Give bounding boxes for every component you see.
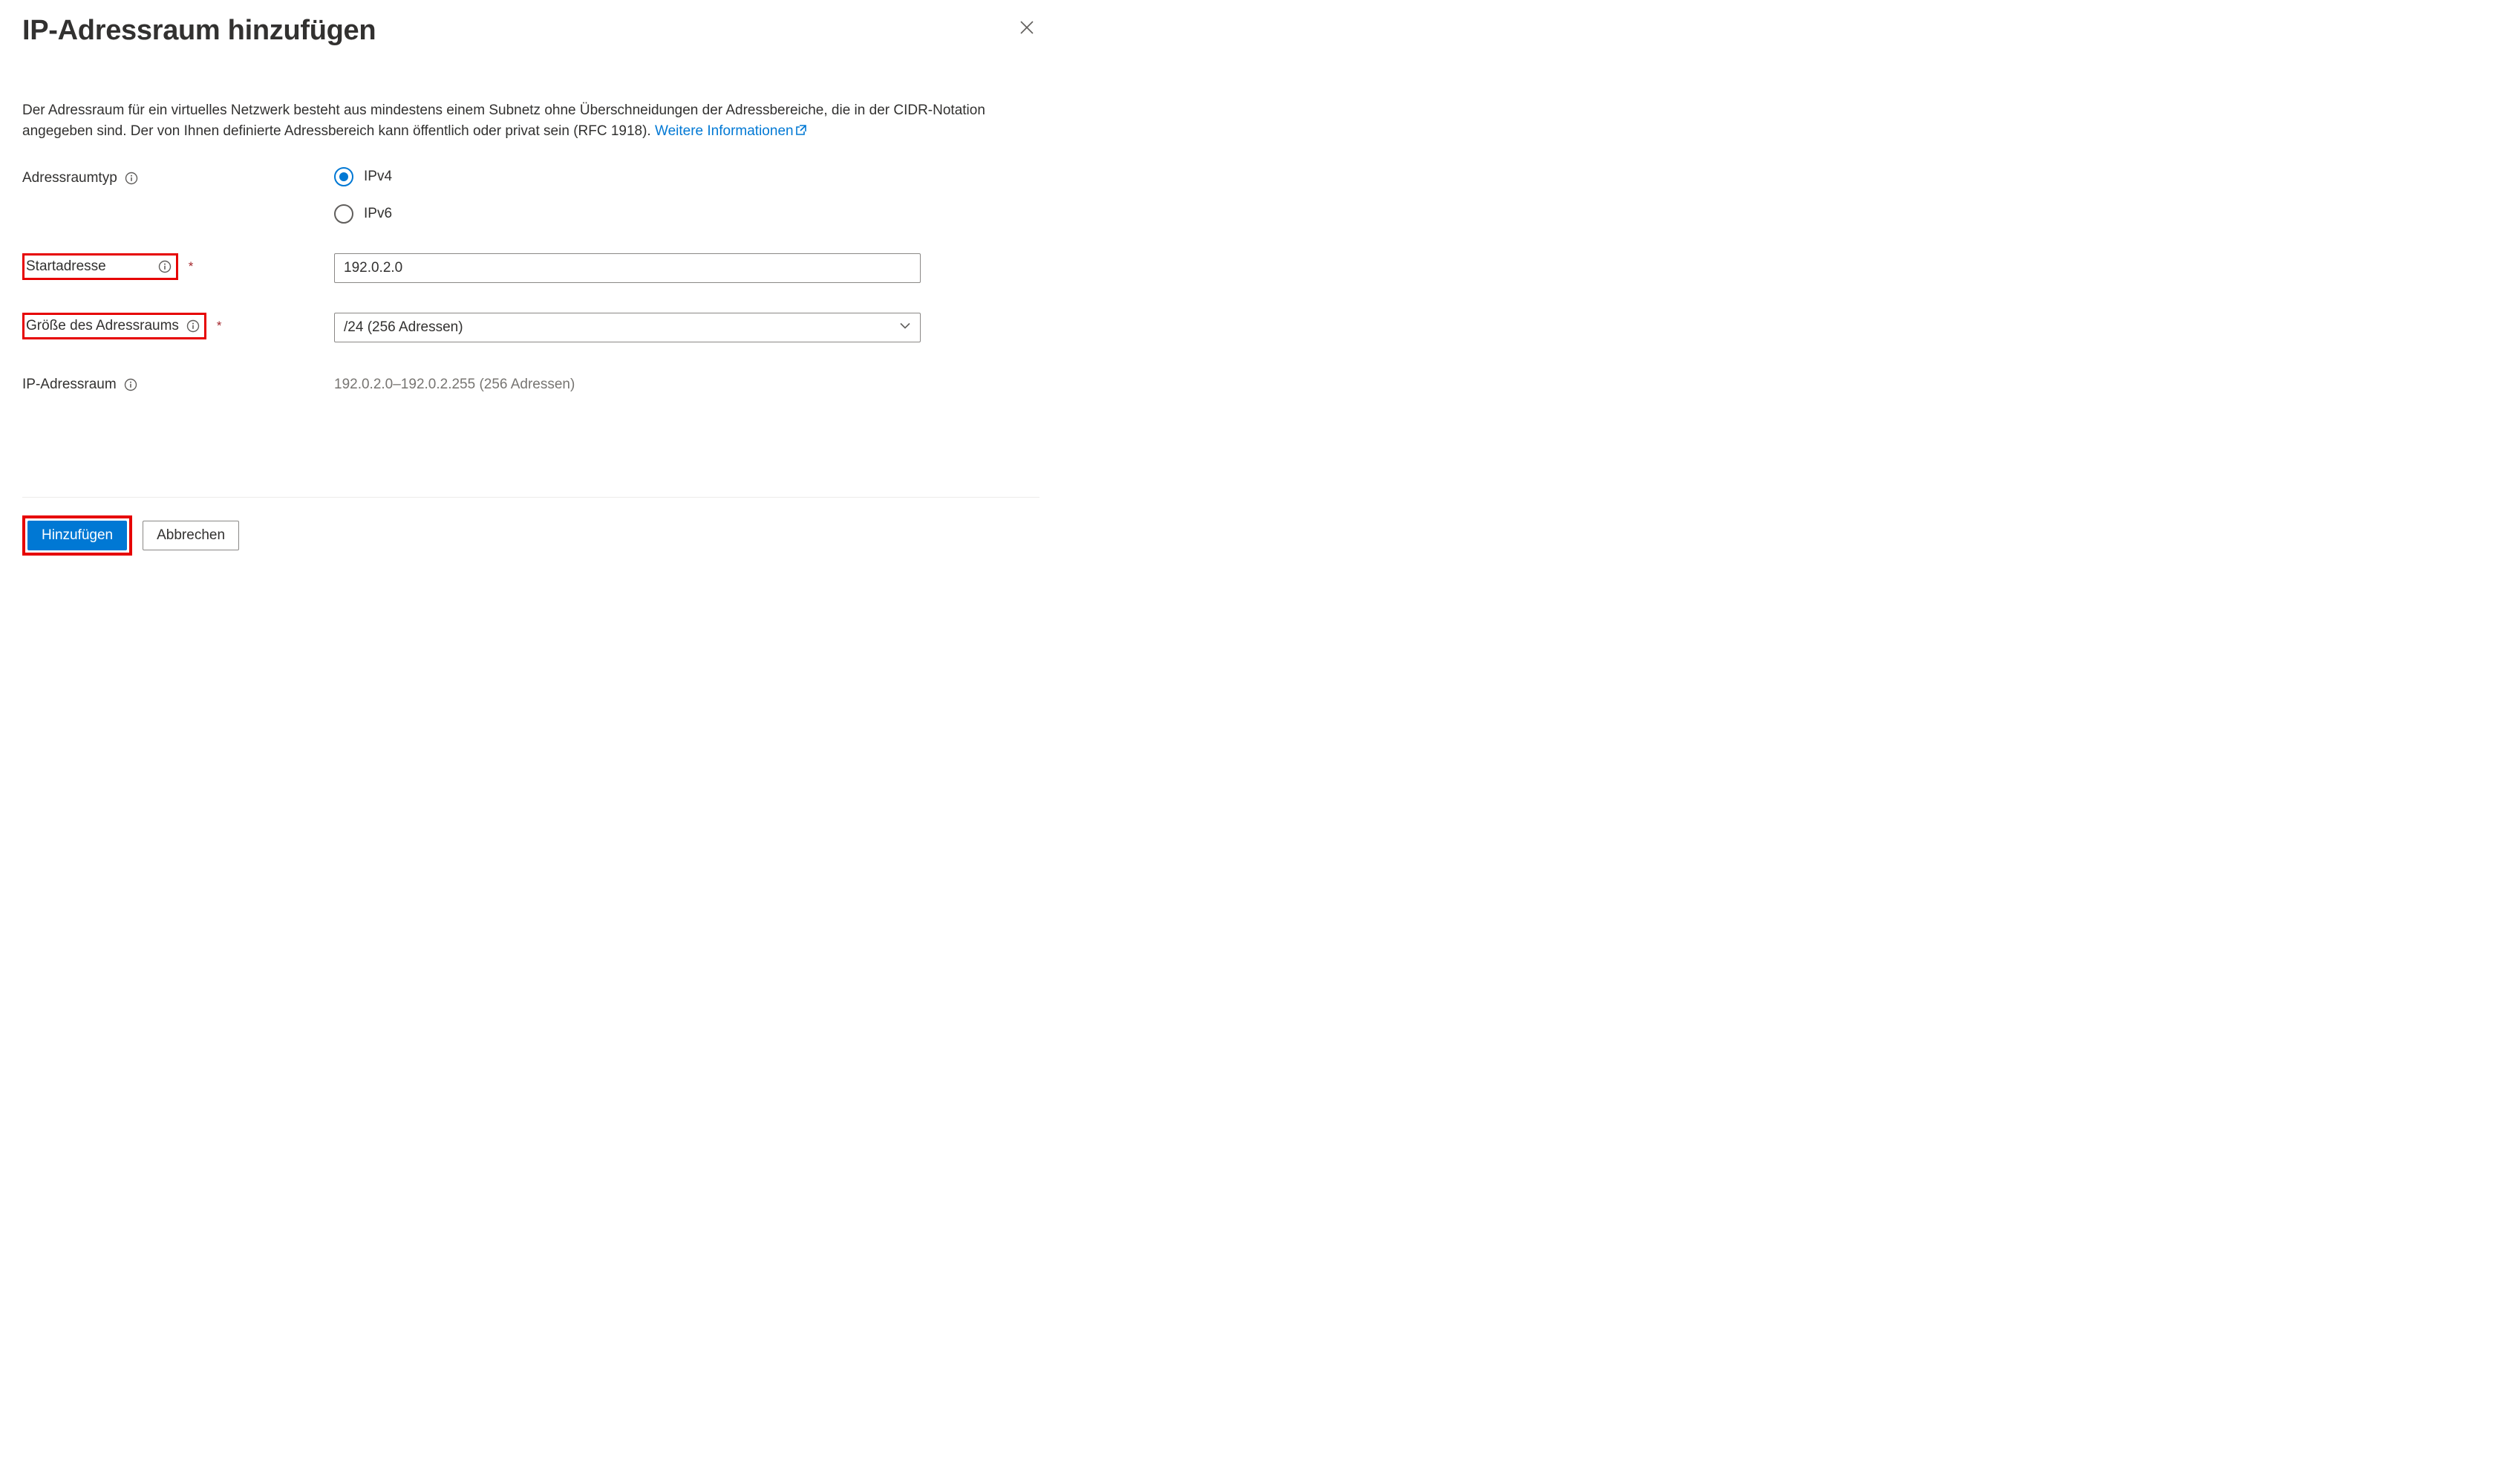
ip-space-control: 192.0.2.0–192.0.2.255 (256 Adressen) bbox=[334, 372, 921, 393]
panel-header: IP-Adressraum hinzufügen bbox=[22, 15, 1039, 47]
label-ip-space: IP-Adressraum bbox=[22, 377, 117, 393]
address-size-value: /24 (256 Adressen) bbox=[334, 313, 921, 342]
panel-title: IP-Adressraum hinzufügen bbox=[22, 15, 376, 47]
highlight-address-size: Größe des Adressraums bbox=[22, 313, 206, 339]
info-icon[interactable] bbox=[158, 260, 172, 273]
field-address-size: Größe des Adressraums * /24 (256 Adresse… bbox=[22, 313, 1039, 342]
panel-footer: Hinzufügen Abbrechen bbox=[22, 515, 1039, 556]
address-type-control: IPv4 IPv6 bbox=[334, 166, 921, 224]
required-indicator: * bbox=[189, 259, 194, 274]
info-icon[interactable] bbox=[125, 172, 138, 185]
learn-more-link[interactable]: Weitere Informationen bbox=[655, 123, 807, 139]
label-address-type: Adressraumtyp bbox=[22, 166, 334, 186]
radio-ipv4[interactable]: IPv4 bbox=[334, 167, 921, 186]
close-button[interactable] bbox=[1014, 15, 1039, 40]
label-start-address: Startadresse bbox=[26, 258, 106, 275]
form: Adressraumtyp IPv4 IPv6 bbox=[22, 166, 1039, 393]
info-icon[interactable] bbox=[124, 378, 137, 391]
close-icon bbox=[1019, 19, 1035, 36]
radio-ipv6-label: IPv6 bbox=[364, 206, 392, 222]
start-address-input[interactable] bbox=[334, 253, 921, 283]
add-ip-space-panel: IP-Adressraum hinzufügen Der Adressraum … bbox=[0, 0, 1062, 578]
field-ip-space: IP-Adressraum 192.0.2.0–192.0.2.255 (256… bbox=[22, 372, 1039, 393]
highlight-start-address: Startadresse bbox=[22, 253, 178, 280]
cancel-button[interactable]: Abbrechen bbox=[143, 521, 239, 550]
panel-description: Der Adressraum für ein virtuelles Netzwe… bbox=[22, 100, 1039, 142]
radio-ipv6[interactable]: IPv6 bbox=[334, 204, 921, 224]
description-text: Der Adressraum für ein virtuelles Netzwe… bbox=[22, 102, 985, 139]
radio-indicator-unselected bbox=[334, 204, 353, 224]
radio-ipv4-label: IPv4 bbox=[364, 169, 392, 185]
field-address-type: Adressraumtyp IPv4 IPv6 bbox=[22, 166, 1039, 224]
external-link-icon bbox=[795, 122, 807, 143]
field-start-address: Startadresse * bbox=[22, 253, 1039, 283]
label-address-size: Größe des Adressraums bbox=[26, 318, 179, 334]
required-indicator: * bbox=[217, 319, 222, 333]
address-type-radiogroup: IPv4 IPv6 bbox=[334, 166, 921, 224]
start-address-control bbox=[334, 253, 921, 283]
label-start-address-area: Startadresse * bbox=[22, 253, 334, 280]
highlight-add-button: Hinzufügen bbox=[22, 515, 132, 556]
info-icon[interactable] bbox=[186, 319, 200, 333]
address-size-select[interactable]: /24 (256 Adressen) bbox=[334, 313, 921, 342]
footer-divider bbox=[22, 497, 1039, 498]
address-size-control: /24 (256 Adressen) bbox=[334, 313, 921, 342]
label-ip-space-area: IP-Adressraum bbox=[22, 372, 334, 393]
ip-space-value: 192.0.2.0–192.0.2.255 (256 Adressen) bbox=[334, 372, 921, 393]
radio-indicator-selected bbox=[334, 167, 353, 186]
label-address-size-area: Größe des Adressraums * bbox=[22, 313, 334, 339]
add-button[interactable]: Hinzufügen bbox=[27, 521, 127, 550]
